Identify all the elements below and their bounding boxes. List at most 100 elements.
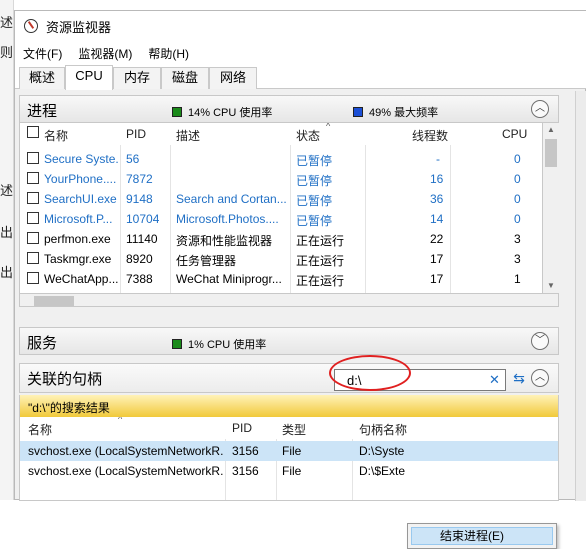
handle-pid: 3156 xyxy=(232,444,259,458)
cpu-indicator-swatch xyxy=(172,339,182,349)
column-header-type[interactable]: 类型 xyxy=(282,421,306,438)
scroll-up-arrow-icon[interactable]: ▲ xyxy=(543,123,559,137)
scroll-down-arrow-icon[interactable]: ▼ xyxy=(543,279,559,293)
processes-title: 进程 xyxy=(27,103,58,120)
table-row[interactable]: SearchUI.exe 9148 Search and Cortan... 已… xyxy=(20,189,542,209)
handles-title: 关联的句柄 xyxy=(27,371,103,388)
processes-table: 名称 PID 描述 状态 ^ 线程数 CPU Secure Syste... 5… xyxy=(19,123,543,293)
column-header-status[interactable]: 状态 xyxy=(296,127,320,144)
process-cpu: 0 xyxy=(514,152,521,166)
collapse-processes-button[interactable]: ︿ xyxy=(531,100,549,118)
processes-table-header: 名称 PID 描述 状态 ^ 线程数 CPU xyxy=(20,123,542,145)
process-name: Microsoft.P... xyxy=(44,212,113,226)
services-cpu-indicator: 1% CPU 使用率 xyxy=(172,336,266,352)
process-description: Microsoft.Photos.... xyxy=(176,212,279,226)
process-cpu: 0 xyxy=(514,212,521,226)
tab-cpu[interactable]: CPU xyxy=(65,65,113,90)
row-checkbox[interactable] xyxy=(27,252,39,264)
row-checkbox[interactable] xyxy=(27,272,39,284)
title-bar: 资源监视器 xyxy=(15,11,586,41)
sort-indicator-icon: ^ xyxy=(326,123,331,131)
processes-pane-header[interactable]: 进程 14% CPU 使用率 49% 最大频率 ︿ xyxy=(19,95,559,123)
process-description: Search and Cortan... xyxy=(176,192,287,206)
scrollbar-thumb[interactable] xyxy=(545,139,557,167)
column-header-pid[interactable]: PID xyxy=(126,127,146,141)
table-row[interactable]: Microsoft.P... 10704 Microsoft.Photos...… xyxy=(20,209,542,229)
process-name: perfmon.exe xyxy=(44,232,111,246)
process-pid: 9148 xyxy=(126,192,153,206)
table-row[interactable]: svchost.exe (LocalSystemNetworkR... 3156… xyxy=(20,441,558,461)
process-name: WeChatApp... xyxy=(44,272,118,286)
search-results-label: "d:\"的搜索结果 xyxy=(28,401,110,415)
column-header-pid[interactable]: PID xyxy=(232,421,252,435)
process-cpu: 0 xyxy=(514,172,521,186)
process-status: 已暂停 xyxy=(296,194,333,208)
end-process-menu-item[interactable]: 结束进程(E) xyxy=(411,527,553,545)
column-header-threads[interactable]: 线程数 xyxy=(412,127,448,144)
handles-table-header: ^ 名称 PID 类型 句柄名称 xyxy=(20,417,558,439)
column-header-description[interactable]: 描述 xyxy=(176,127,200,144)
max-frequency-indicator: 49% 最大频率 xyxy=(353,104,438,120)
process-threads: 22 xyxy=(430,232,444,246)
process-description: 任务管理器 xyxy=(176,254,237,268)
column-header-name[interactable]: 名称 xyxy=(28,421,52,438)
handle-pid: 3156 xyxy=(232,464,259,478)
expand-services-button[interactable]: ﹀ xyxy=(531,332,549,350)
row-checkbox[interactable] xyxy=(27,172,39,184)
process-threads: - xyxy=(436,152,440,166)
process-name: Taskmgr.exe xyxy=(44,252,112,266)
process-pid: 10704 xyxy=(126,212,160,226)
menu-file[interactable]: 文件(F) xyxy=(15,45,70,62)
search-results-banner: "d:\"的搜索结果 xyxy=(19,395,559,417)
scrollbar-thumb[interactable] xyxy=(34,296,74,306)
tab-memory[interactable]: 内存 xyxy=(113,67,161,89)
collapse-handles-button[interactable]: ︿ xyxy=(531,369,549,387)
tab-disk[interactable]: 磁盘 xyxy=(161,67,209,89)
process-name: YourPhone.... xyxy=(44,172,117,186)
process-pid: 8920 xyxy=(126,252,153,266)
tab-overview[interactable]: 概述 xyxy=(19,67,65,89)
frequency-indicator-swatch xyxy=(353,107,363,117)
column-header-cpu[interactable]: CPU xyxy=(502,127,527,141)
processes-vertical-scrollbar[interactable]: ▲ ▼ xyxy=(543,123,559,293)
handle-name: D:\$Exte xyxy=(359,464,406,478)
max-frequency-text: 49% 最大频率 xyxy=(369,107,439,119)
column-header-name[interactable]: 名称 xyxy=(44,127,68,144)
handle-type: File xyxy=(282,464,302,478)
row-checkbox[interactable] xyxy=(27,232,39,244)
menu-help[interactable]: 帮助(H) xyxy=(140,45,197,62)
process-threads: 14 xyxy=(430,212,444,226)
context-menu: 结束进程(E) xyxy=(407,523,557,549)
handle-name: D:\Syste xyxy=(359,444,405,458)
column-header-handle-name[interactable]: 句柄名称 xyxy=(359,421,407,438)
table-row[interactable]: YourPhone.... 7872 已暂停 16 0 xyxy=(20,169,542,189)
processes-horizontal-scrollbar[interactable] xyxy=(19,293,559,307)
table-row[interactable]: perfmon.exe 11140 资源和性能监视器 正在运行 22 3 xyxy=(20,229,542,249)
table-row[interactable]: svchost.exe (LocalSystemNetworkR... 3156… xyxy=(20,461,558,481)
background-text: 出 xyxy=(0,225,14,240)
services-title: 服务 xyxy=(27,335,58,352)
row-checkbox[interactable] xyxy=(27,192,39,204)
tab-network[interactable]: 网络 xyxy=(209,67,257,89)
search-refresh-icon[interactable]: ⇆ xyxy=(509,370,529,390)
select-all-checkbox[interactable] xyxy=(27,126,39,138)
row-checkbox[interactable] xyxy=(27,152,39,164)
handle-process-name: svchost.exe (LocalSystemNetworkR... xyxy=(28,464,224,478)
menu-monitor[interactable]: 监视器(M) xyxy=(70,45,140,62)
sort-indicator-icon: ^ xyxy=(118,417,123,424)
process-pid: 7872 xyxy=(126,172,153,186)
services-pane-header[interactable]: 服务 1% CPU 使用率 ﹀ xyxy=(19,327,559,355)
process-name: SearchUI.exe xyxy=(44,192,117,206)
cpu-usage-indicator: 14% CPU 使用率 xyxy=(172,104,272,120)
table-row[interactable]: WeChatApp... 7388 WeChat Miniprogr... 正在… xyxy=(20,269,542,289)
process-pid: 11140 xyxy=(126,232,158,246)
clear-search-icon[interactable]: ✕ xyxy=(489,372,500,388)
row-checkbox[interactable] xyxy=(27,212,39,224)
process-cpu: 0 xyxy=(514,192,521,206)
process-description: WeChat Miniprogr... xyxy=(176,272,282,286)
table-row[interactable]: Secure Syste... 56 已暂停 - 0 xyxy=(20,149,542,169)
process-status: 已暂停 xyxy=(296,154,333,168)
window-title: 资源监视器 xyxy=(46,19,112,35)
process-status: 正在运行 xyxy=(296,274,345,288)
table-row[interactable]: Taskmgr.exe 8920 任务管理器 正在运行 17 3 xyxy=(20,249,542,269)
